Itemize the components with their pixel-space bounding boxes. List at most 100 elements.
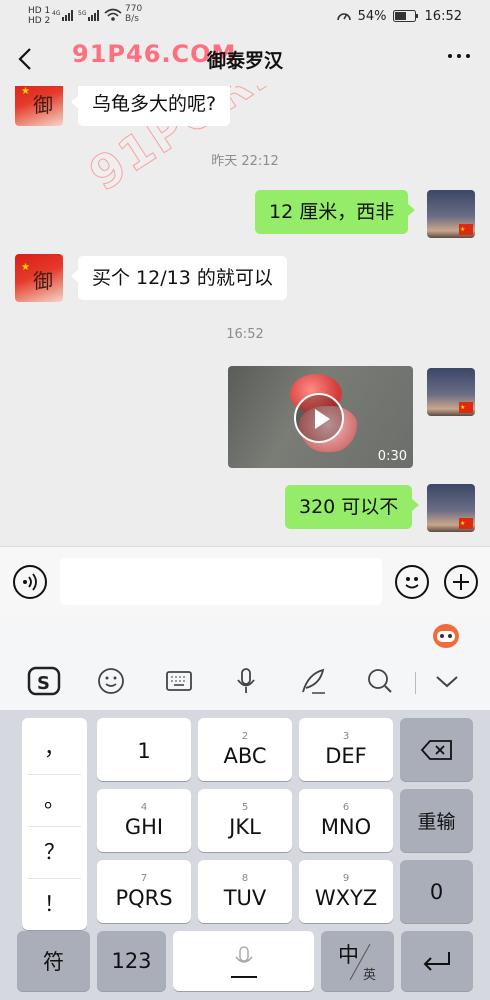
key-label: JKL	[229, 814, 261, 839]
signal-2-icon: 5G	[78, 10, 99, 21]
microphone-icon[interactable]	[229, 664, 263, 698]
wifi-icon	[104, 8, 122, 21]
key-label: 重输	[417, 811, 456, 833]
smiley-face-icon	[405, 577, 419, 589]
message-timestamp: 16:52	[226, 327, 264, 342]
lang-main-label: 中	[338, 943, 359, 967]
key-label: ABC	[223, 743, 267, 768]
t9-keyboard: ， 。 ？ ！ 1 2 ABC 3 DEF 4 GHI 5 JKL 6 MNO	[0, 710, 490, 1000]
svg-text:御: 御	[33, 269, 53, 293]
contact-avatar[interactable]: ★ 御	[15, 254, 63, 302]
voice-icon[interactable]	[13, 565, 47, 599]
clock: 16:52	[424, 8, 462, 24]
input-bar	[0, 546, 490, 616]
punctuation-column[interactable]: ， 。 ？ ！	[22, 718, 87, 930]
speedometer-icon	[336, 13, 351, 21]
toolbar-divider	[415, 672, 416, 694]
flag-badge-icon: ★	[459, 224, 473, 235]
key-label: PQRS	[115, 885, 173, 910]
my-avatar[interactable]: ★	[427, 368, 475, 416]
svg-text:御: 御	[33, 93, 53, 117]
chat-title: 御泰罗汉	[206, 50, 283, 72]
svg-text:★: ★	[460, 226, 465, 233]
number-mode-key[interactable]: 123	[97, 931, 166, 991]
play-icon[interactable]	[294, 393, 344, 443]
net-speed: 770 B/s	[125, 4, 142, 24]
more-options-icon[interactable]	[448, 54, 470, 58]
symbol-key[interactable]: 符	[17, 931, 90, 991]
space-key[interactable]	[173, 931, 314, 991]
my-avatar[interactable]: ★	[427, 190, 475, 238]
key-jkl[interactable]: 5 JKL	[198, 789, 292, 852]
key-wxyz[interactable]: 9 WXYZ	[299, 860, 393, 923]
key-abc[interactable]: 2 ABC	[198, 718, 292, 781]
key-label: GHI	[124, 814, 164, 839]
message-bubble-received[interactable]: 乌龟多大的呢?	[70, 86, 231, 126]
handwriting-feather-icon[interactable]	[296, 664, 330, 698]
zero-key[interactable]: 0	[400, 860, 473, 923]
chat-area[interactable]: 91PORN.COM ★ 御 乌龟多大的呢? 昨天 22:12 12 厘米，西非…	[0, 86, 490, 546]
message-input[interactable]	[60, 558, 382, 605]
net1-label: 4G	[52, 10, 61, 17]
key-mno[interactable]: 6 MNO	[299, 789, 393, 852]
collapse-chevron-icon[interactable]	[430, 664, 464, 698]
language-switch-key[interactable]: 中 英	[321, 931, 394, 991]
key-label: TUV	[223, 885, 267, 910]
battery-icon	[392, 10, 418, 22]
robot-mascot-icon[interactable]	[430, 620, 462, 650]
calligraphy-avatar-icon: ★ 御	[21, 86, 53, 117]
video-duration: 0:30	[377, 449, 407, 464]
chat-header: 91P46.COM 御泰罗汉	[0, 32, 490, 86]
enter-arrow-icon	[423, 952, 450, 971]
key-label: WXYZ	[314, 885, 378, 910]
key-digit: 6	[342, 801, 350, 813]
battery-percent: 54%	[357, 8, 387, 24]
video-message[interactable]: 0:30	[228, 366, 413, 468]
calligraphy-avatar-icon: ★ 御	[21, 262, 53, 293]
svg-text:S: S	[37, 673, 50, 694]
contact-avatar[interactable]: ★ 御	[15, 86, 63, 126]
backspace-key[interactable]	[400, 718, 473, 781]
key-digit: 3	[342, 730, 350, 742]
plus-icon[interactable]	[444, 565, 478, 599]
punct-key[interactable]: ，	[22, 722, 87, 772]
status-right: 54% 16:52	[336, 8, 462, 24]
punct-key[interactable]: ？	[22, 826, 87, 876]
emoji-icon[interactable]	[395, 565, 429, 599]
message-bubble-received[interactable]: 买个 12/13 的就可以	[71, 256, 287, 300]
keyboard-icon[interactable]	[162, 664, 196, 698]
flag-badge-icon: ★	[459, 518, 473, 529]
space-mic-icon	[230, 946, 257, 978]
sim1-label: HD 1	[28, 6, 51, 16]
plus-cross-icon	[453, 574, 469, 590]
message-bubble-sent[interactable]: 320 可以不	[285, 485, 420, 529]
punct-key[interactable]: 。	[22, 774, 87, 824]
message-bubble-sent[interactable]: 12 厘米，西非	[255, 190, 416, 234]
key-ghi[interactable]: 4 GHI	[97, 789, 191, 852]
lang-alt-label: 英	[363, 968, 377, 983]
key-label: DEF	[325, 743, 367, 768]
net-speed-value: 770	[125, 4, 143, 14]
key-digit: 2	[241, 730, 249, 742]
voice-wave-icon	[23, 573, 37, 591]
key-1[interactable]: 1	[97, 718, 191, 781]
my-avatar[interactable]: ★	[427, 484, 475, 532]
enter-key[interactable]	[401, 931, 473, 991]
message-timestamp: 昨天 22:12	[211, 154, 279, 169]
punct-key[interactable]: ！	[22, 878, 87, 928]
key-pqrs[interactable]: 7 PQRS	[97, 860, 191, 923]
status-bar: HD 1 HD 2 4G 5G 770 B/s 54% 16:52	[0, 0, 490, 32]
sim-indicators: HD 1 HD 2	[28, 6, 50, 26]
key-label: 123	[111, 949, 152, 973]
key-label: 符	[43, 950, 64, 974]
backspace-icon	[420, 739, 452, 760]
key-digit: 5	[241, 801, 249, 813]
key-tuv[interactable]: 8 TUV	[198, 860, 292, 923]
sogou-logo-icon[interactable]: S	[27, 664, 61, 698]
key-def[interactable]: 3 DEF	[299, 718, 393, 781]
search-icon[interactable]	[363, 664, 397, 698]
reenter-key[interactable]: 重输	[400, 789, 473, 852]
key-digit: 8	[241, 872, 249, 884]
key-digit: 4	[140, 801, 148, 813]
emoji-face-icon[interactable]	[94, 664, 128, 698]
